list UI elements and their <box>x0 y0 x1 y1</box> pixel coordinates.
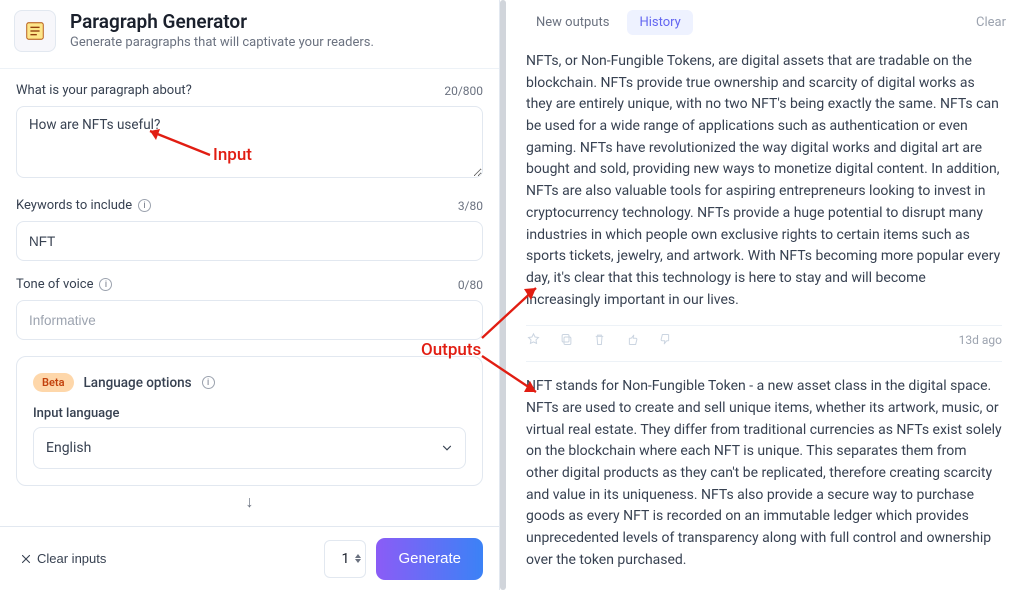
thumbs-down-icon[interactable] <box>658 332 673 347</box>
page-title: Paragraph Generator <box>70 10 374 33</box>
tab-history[interactable]: History <box>627 10 692 35</box>
output-timestamp: 13d ago <box>959 333 1002 347</box>
clear-outputs-button[interactable]: Clear <box>976 15 1006 30</box>
keywords-label: Keywords to include <box>16 198 132 213</box>
copy-icon[interactable] <box>559 332 574 347</box>
beta-badge: Beta <box>33 373 74 392</box>
quantity-stepper[interactable]: 1 <box>324 540 366 578</box>
tool-header: Paragraph Generator Generate paragraphs … <box>0 0 499 69</box>
input-language-select[interactable]: English <box>33 427 466 469</box>
field-topic: What is your paragraph about? 20/800 <box>16 83 483 182</box>
form-area: What is your paragraph about? 20/800 Key… <box>0 69 499 526</box>
quantity-value: 1 <box>342 551 350 567</box>
outputs-list[interactable]: NFTs, or Non-Fungible Tokens, are digita… <box>500 45 1024 590</box>
tool-icon-box <box>14 10 56 52</box>
tone-input[interactable] <box>16 300 483 340</box>
tone-label: Tone of voice <box>16 277 93 292</box>
star-icon[interactable] <box>526 332 541 347</box>
output-tabs: New outputs History Clear <box>500 0 1024 45</box>
help-icon[interactable]: i <box>202 376 215 389</box>
clear-inputs-label: Clear inputs <box>37 551 106 566</box>
scroll-down-indicator: ↓ <box>16 486 483 512</box>
output-item: NFTs, or Non-Fungible Tokens, are digita… <box>526 45 1002 325</box>
output-actions-bar: 13d ago <box>526 325 1002 362</box>
field-keywords: Keywords to include i 3/80 <box>16 198 483 261</box>
generate-button[interactable]: Generate <box>376 538 483 580</box>
page-subtitle: Generate paragraphs that will captivate … <box>70 35 374 50</box>
delete-icon[interactable] <box>592 332 607 347</box>
topic-label: What is your paragraph about? <box>16 83 192 98</box>
keywords-input[interactable] <box>16 221 483 261</box>
footer-bar: Clear inputs 1 Generate <box>0 526 499 590</box>
field-tone: Tone of voice i 0/80 <box>16 277 483 340</box>
input-language-value: English <box>46 440 91 456</box>
paragraph-icon <box>24 20 46 42</box>
language-options-title: Language options <box>84 375 192 391</box>
stepper-up-icon[interactable] <box>355 554 361 558</box>
keywords-counter: 3/80 <box>458 199 483 213</box>
language-options-card: Beta Language options i Input language E… <box>16 356 483 486</box>
right-pane: New outputs History Clear NFTs, or Non-F… <box>500 0 1024 590</box>
topic-input[interactable] <box>16 106 483 178</box>
thumbs-up-icon[interactable] <box>625 332 640 347</box>
help-icon[interactable]: i <box>99 278 112 291</box>
clear-inputs-button[interactable]: Clear inputs <box>16 545 110 572</box>
tab-new-outputs[interactable]: New outputs <box>524 10 621 35</box>
scrollbar[interactable] <box>500 0 506 590</box>
help-icon[interactable]: i <box>138 199 151 212</box>
chevron-down-icon <box>440 441 454 455</box>
stepper-down-icon[interactable] <box>355 559 361 563</box>
input-language-label: Input language <box>33 406 120 421</box>
left-pane: Paragraph Generator Generate paragraphs … <box>0 0 500 590</box>
tone-counter: 0/80 <box>458 278 483 292</box>
close-icon <box>20 553 32 565</box>
output-item: NFT stands for Non-Fungible Token - a ne… <box>526 362 1002 585</box>
topic-counter: 20/800 <box>444 84 483 98</box>
